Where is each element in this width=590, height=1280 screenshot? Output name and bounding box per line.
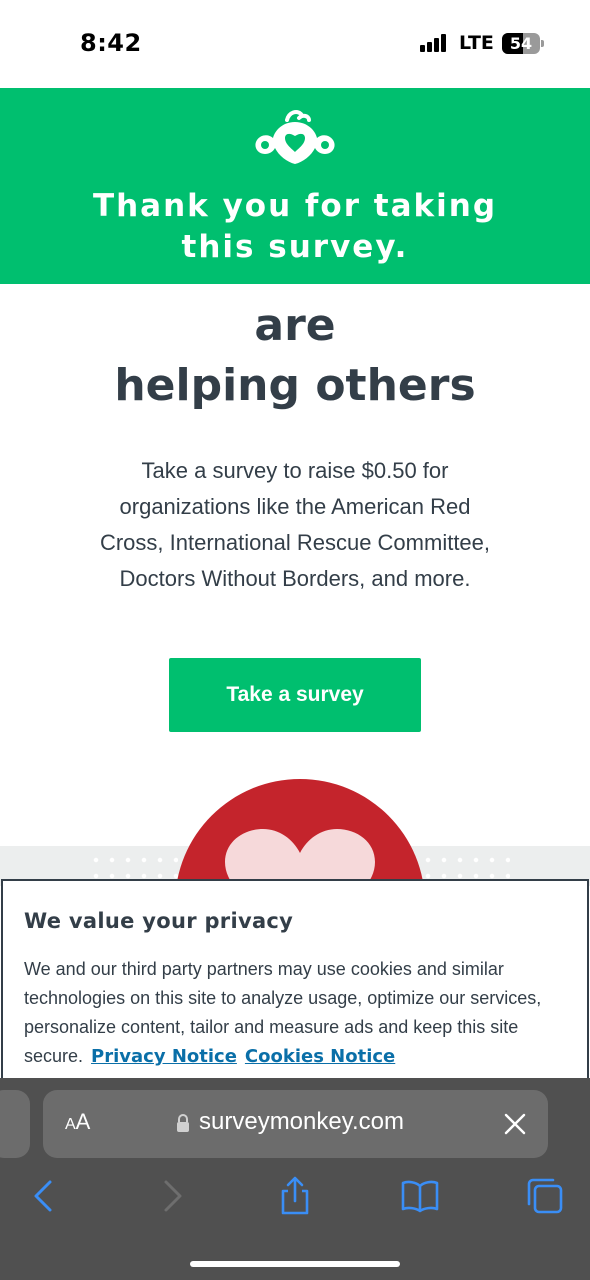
lock-icon [177,1114,189,1132]
address-bar[interactable]: AA surveymonkey.com [43,1090,548,1158]
battery-icon: 54 [502,33,540,54]
close-icon[interactable] [503,1112,527,1136]
thank-you-banner: Thank you for taking this survey. [0,88,590,284]
browser-bottom-bar: AA surveymonkey.com [0,1078,590,1280]
surveymonkey-logo-icon [255,110,335,164]
text-size-button[interactable]: AA [65,1109,90,1135]
status-bar: 8:42 LTE 54 [0,0,590,88]
decorative-dots [420,852,510,882]
hero-description-line2: organizations like the American Red [119,494,471,519]
banner-message-line2: this survey. [181,229,409,265]
banner-message: Thank you for taking this survey. [40,186,550,268]
network-type: LTE [459,32,494,54]
hero-description-line1: Take a survey to raise $0.50 for [141,458,449,483]
bookmarks-icon[interactable] [400,1176,440,1216]
text-size-small-a: A [65,1116,76,1133]
privacy-notice-link[interactable]: Privacy Notice [91,1046,237,1067]
tabs-icon[interactable] [525,1176,565,1216]
battery-nub [541,40,544,47]
text-size-large-a: A [75,1109,91,1134]
forward-icon [164,1180,182,1212]
cellular-signal-icon [420,34,450,52]
home-indicator [190,1261,400,1267]
previous-tab-pill[interactable] [0,1090,30,1158]
status-time: 8:42 [80,29,142,57]
back-icon[interactable] [24,1176,64,1216]
take-survey-button[interactable]: Take a survey [169,658,421,732]
hero-headline-line1: are [254,300,336,351]
privacy-title: We value your privacy [24,909,294,933]
battery-level: 54 [509,34,533,53]
privacy-body: We and our third party partners may use … [24,955,564,1071]
cookies-notice-link[interactable]: Cookies Notice [245,1046,395,1067]
url-text[interactable]: surveymonkey.com [199,1108,404,1136]
privacy-notice-card: We value your privacy We and our third p… [1,879,589,1099]
share-icon[interactable] [275,1176,315,1216]
hero-headline-line2: helping others [114,360,476,411]
hero-description: Take a survey to raise $0.50 for organiz… [70,453,520,597]
hero-description-line4: Doctors Without Borders, and more. [119,566,471,591]
decorative-dots [88,852,178,882]
banner-message-line1: Thank you for taking [92,188,498,224]
hero-description-line3: Cross, International Rescue Committee, [99,530,491,555]
hero-headline: are helping others [0,296,590,416]
